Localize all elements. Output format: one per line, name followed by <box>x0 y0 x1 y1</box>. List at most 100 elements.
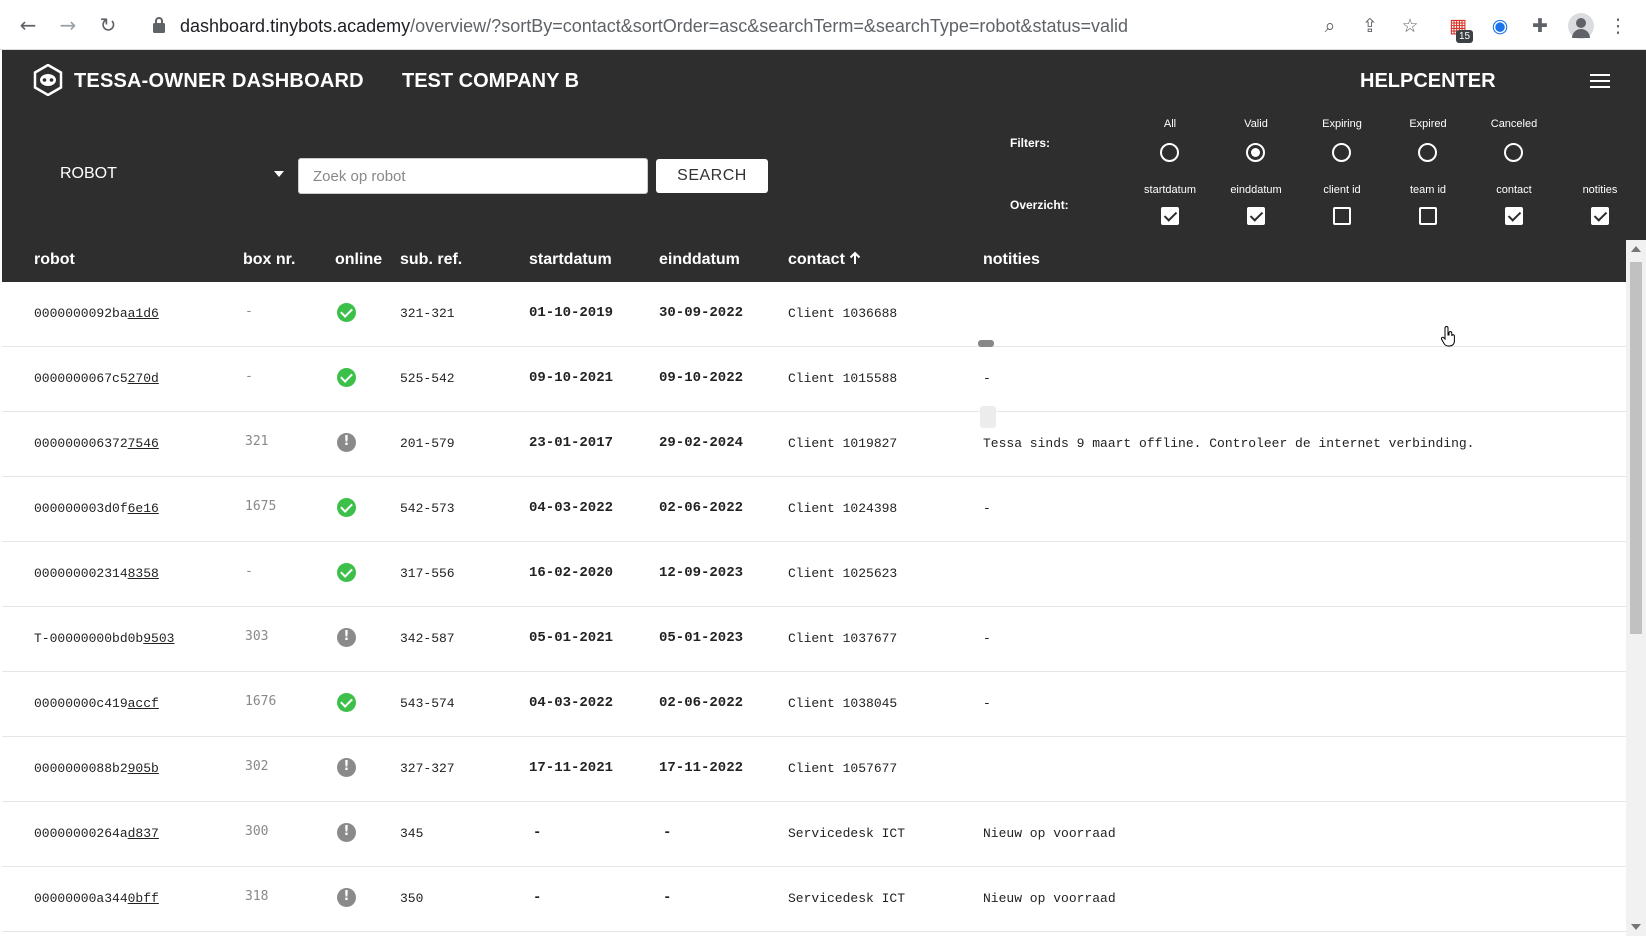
sub-ref: 542-573 <box>400 501 455 516</box>
robot-id-link[interactable]: 0bff <box>128 891 159 906</box>
robot-id-prefix: 00000000a344 <box>34 891 128 906</box>
column-box[interactable]: box nr. <box>243 251 295 269</box>
filter-all-radio[interactable] <box>1160 143 1179 162</box>
overview-clientid-checkbox[interactable] <box>1333 207 1351 225</box>
overview-einddatum-checkbox[interactable] <box>1247 207 1265 225</box>
scroll-up-arrow-icon[interactable] <box>1631 246 1641 252</box>
column-startdatum[interactable]: startdatum <box>529 251 612 269</box>
sort-ascending-arrow-icon <box>849 251 861 264</box>
forward-icon[interactable]: → <box>56 13 80 37</box>
contact: Client 1037677 <box>788 631 898 646</box>
scrollbar-thumb[interactable] <box>1630 262 1642 634</box>
robot-id-link[interactable]: d837 <box>128 826 159 841</box>
column-notities[interactable]: notities <box>983 251 1040 269</box>
robot-id-cell: 0000000067c5270d <box>34 371 159 386</box>
overview-label: Overzicht: <box>1010 198 1069 212</box>
filter-expiring-radio[interactable] <box>1332 143 1351 162</box>
filter-expired-label: Expired <box>1409 118 1447 130</box>
column-subref[interactable]: sub. ref. <box>400 251 462 269</box>
overview-teamid-checkbox[interactable] <box>1419 207 1437 225</box>
bookmark-star-icon[interactable]: ☆ <box>1398 14 1422 38</box>
column-einddatum[interactable]: einddatum <box>659 251 740 269</box>
sub-ref: 342-587 <box>400 631 455 646</box>
extensions-puzzle-icon[interactable]: ✚ <box>1528 14 1552 38</box>
column-contact[interactable]: contact <box>788 251 861 269</box>
robot-id-cell: 0000000023148358 <box>34 566 159 581</box>
robot-id-cell: 0000000088b2905b <box>34 761 159 776</box>
scroll-down-arrow-icon[interactable] <box>1631 924 1641 930</box>
drag-handle[interactable] <box>980 406 996 428</box>
overview-contact-checkbox[interactable] <box>1505 207 1523 225</box>
contact: Client 1036688 <box>788 306 898 321</box>
tessa-logo-icon <box>33 64 63 96</box>
online-check-icon <box>337 368 356 387</box>
sub-ref: 327-327 <box>400 761 455 776</box>
search-button[interactable]: SEARCH <box>656 159 768 193</box>
notes[interactable]: Nieuw op voorraad <box>983 891 1116 906</box>
filter-valid-radio[interactable] <box>1246 143 1265 162</box>
extension-c-icon[interactable]: ◉ <box>1488 14 1512 38</box>
notes[interactable]: - <box>983 371 991 386</box>
robot-id-link[interactable]: 8358 <box>128 566 159 581</box>
notes[interactable]: - <box>983 631 991 646</box>
start-date: 16-02-2020 <box>529 565 614 581</box>
search-type-select[interactable]: ROBOT <box>60 165 284 191</box>
filter-expired-radio[interactable] <box>1418 143 1437 162</box>
box-number: 321 <box>245 434 269 449</box>
reload-icon[interactable]: ↻ <box>96 13 120 37</box>
sub-ref: 525-542 <box>400 371 455 386</box>
robot-id-prefix: 0000000092ba <box>34 306 128 321</box>
robot-id-cell: 0000000063727546 <box>34 436 159 451</box>
zoom-icon[interactable]: ⌕ <box>1318 14 1342 38</box>
helpcenter-link[interactable]: HELPCENTER <box>1360 70 1496 93</box>
overview-startdatum-checkbox[interactable] <box>1161 207 1179 225</box>
sub-ref: 345 <box>400 826 424 841</box>
search-input[interactable] <box>298 158 648 194</box>
robot-id-link[interactable]: 7546 <box>128 436 159 451</box>
start-date: 05-01-2021 <box>529 630 614 646</box>
robot-id-link[interactable]: a1d6 <box>128 306 159 321</box>
box-number: 300 <box>245 824 269 839</box>
robot-id-link[interactable]: accf <box>128 696 159 711</box>
resize-handle[interactable] <box>978 340 994 347</box>
address-bar[interactable]: dashboard.tinybots.academy/overview/?sor… <box>180 16 1128 37</box>
notes[interactable]: - <box>983 501 991 516</box>
end-date: 30-09-2022 <box>659 305 744 321</box>
robot-id-cell: T-00000000bd0b9503 <box>34 631 174 646</box>
contact: Client 1038045 <box>788 696 898 711</box>
end-date: - <box>663 825 672 841</box>
table-row: 0000000092baa1d6 - 321-321 01-10-2019 30… <box>2 282 1626 347</box>
overview-notities-checkbox[interactable] <box>1591 207 1609 225</box>
contact: Client 1019827 <box>788 436 898 451</box>
filter-canceled-radio[interactable] <box>1504 143 1523 162</box>
robot-id-cell: 00000000a3440bff <box>34 891 159 906</box>
contact: Client 1024398 <box>788 501 898 516</box>
hamburger-menu-icon[interactable] <box>1590 74 1610 88</box>
robot-id-link[interactable]: 905b <box>128 761 159 776</box>
notes[interactable]: - <box>983 696 991 711</box>
sub-ref: 201-579 <box>400 436 455 451</box>
profile-avatar[interactable] <box>1568 13 1594 39</box>
end-date: - <box>663 890 672 906</box>
browser-menu-icon[interactable]: ⋮ <box>1606 14 1630 38</box>
robot-id-prefix: 00000000264a <box>34 826 128 841</box>
table-row: T-00000000bd0b9503 303 342-587 05-01-202… <box>2 607 1626 672</box>
overview-contact-label: contact <box>1496 184 1532 196</box>
column-online[interactable]: online <box>335 251 382 269</box>
overview-clientid-label: client id <box>1323 184 1361 196</box>
robot-id-link[interactable]: 270d <box>128 371 159 386</box>
notes[interactable]: Nieuw op voorraad <box>983 826 1116 841</box>
column-robot[interactable]: robot <box>34 251 75 269</box>
app-title[interactable]: TESSA-OWNER DASHBOARD <box>74 70 364 93</box>
company-name: TEST COMPANY B <box>402 70 580 92</box>
online-check-icon <box>337 563 356 582</box>
share-icon[interactable]: ⇪ <box>1358 14 1382 38</box>
robot-id-link[interactable]: 6e16 <box>128 501 159 516</box>
robot-id-prefix: 000000002314 <box>34 566 128 581</box>
notes[interactable]: Tessa sinds 9 maart offline. Controleer … <box>983 436 1474 451</box>
back-icon[interactable]: ← <box>16 13 40 37</box>
start-date: 04-03-2022 <box>529 695 614 711</box>
box-number: - <box>245 304 253 319</box>
page-scrollbar[interactable] <box>1626 240 1646 936</box>
robot-id-link[interactable]: 9503 <box>143 631 174 646</box>
